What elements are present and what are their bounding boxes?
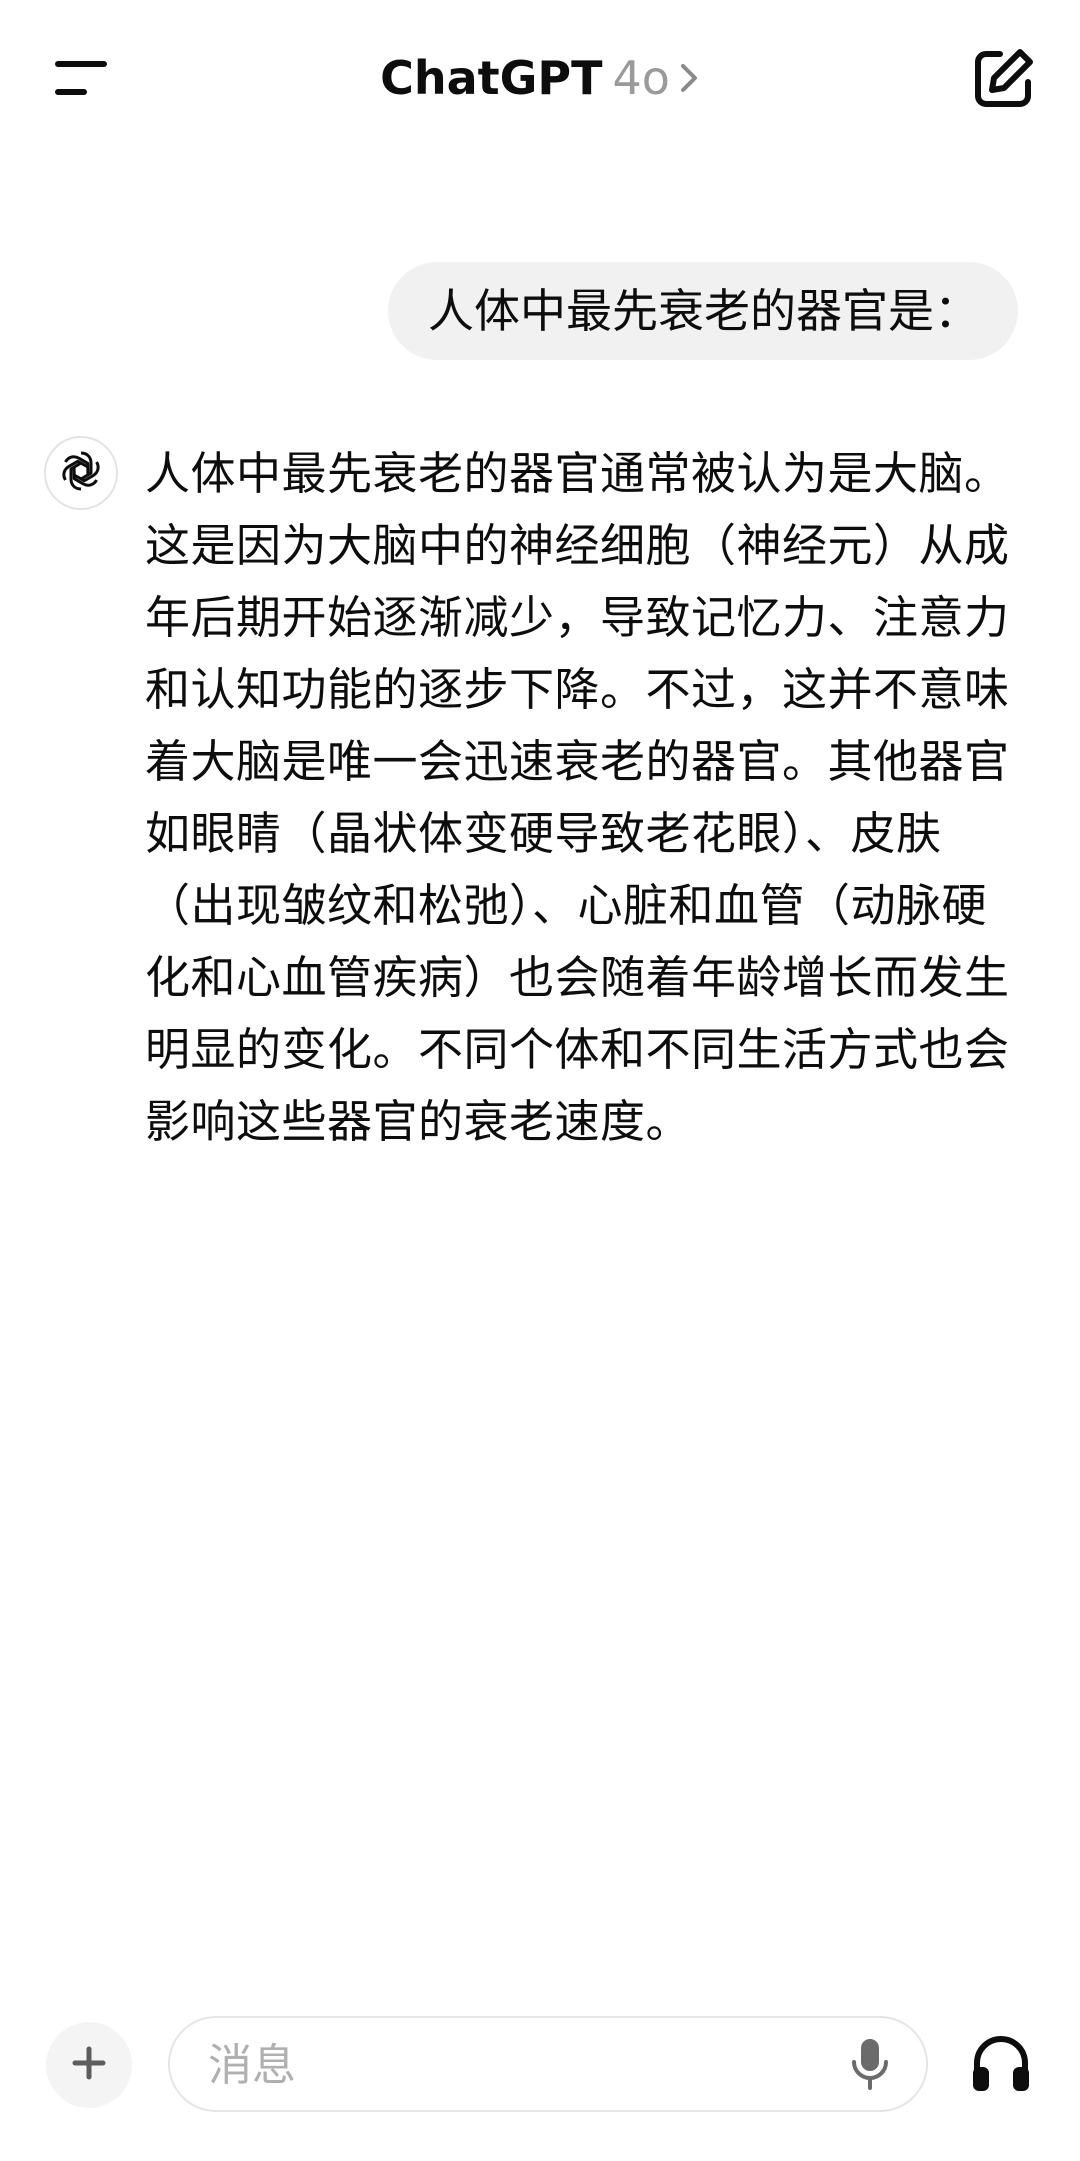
message-input[interactable] (206, 2032, 830, 2098)
openai-logo-icon (57, 447, 105, 499)
message-composer (168, 2016, 928, 2112)
app-title: ChatGPT (380, 51, 603, 105)
headphones-icon (969, 2033, 1033, 2097)
model-selector[interactable]: ChatGPT 4o (0, 46, 1080, 111)
chevron-right-icon (678, 47, 700, 111)
new-chat-button[interactable] (970, 46, 1036, 112)
user-message-bubble: 人体中最先衰老的器官是： (388, 262, 1018, 360)
assistant-avatar (44, 436, 118, 510)
attach-button[interactable] (46, 2022, 132, 2108)
model-name: 4o (612, 51, 670, 105)
new-chat-icon (970, 49, 1036, 116)
top-bar: ChatGPT 4o (0, 0, 1080, 160)
voice-mode-button[interactable] (966, 2030, 1036, 2100)
plus-icon (71, 2045, 107, 2085)
assistant-message: 人体中最先衰老的器官通常被认为是大脑。这是因为大脑中的神经细胞（神经元）从成年后… (145, 447, 1010, 1148)
mic-icon (850, 2036, 890, 2096)
mic-button[interactable] (842, 2036, 898, 2096)
